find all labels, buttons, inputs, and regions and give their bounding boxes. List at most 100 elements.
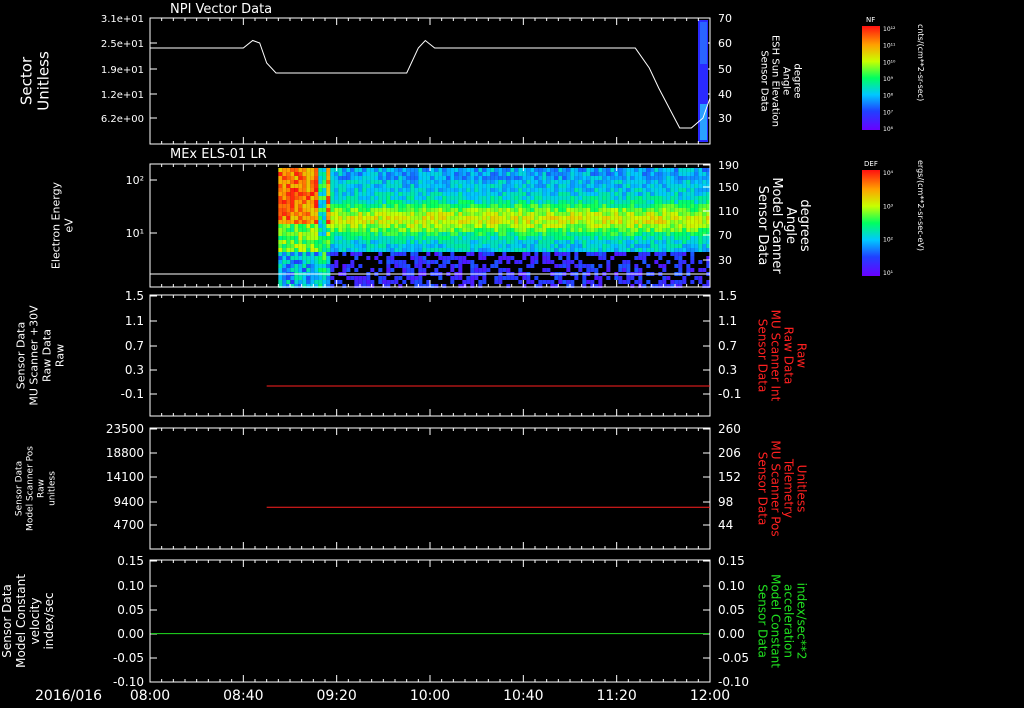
spectrogram-cell [622,260,627,264]
spectrogram-cell [374,256,379,260]
spectrogram-cell [290,176,295,180]
spectrogram-cell [370,172,375,176]
colorbar-def-bar [862,170,880,276]
spectrogram-cell [446,180,451,184]
spectrogram-cell [486,228,491,232]
spectrogram-cell [622,252,627,256]
spectrogram-cell [414,252,419,256]
spectrogram-cell [426,188,431,192]
spectrogram-cell [302,200,307,204]
spectrogram-cell [406,248,411,252]
spectrogram-cell [434,176,439,180]
spectrogram-cell [594,204,599,208]
spectrogram-cell [650,228,655,232]
spectrogram-cell [602,220,607,224]
y-right-tick-label: 0.15 [718,554,745,568]
spectrogram-cell [646,192,651,196]
spectrogram-cell [578,168,583,172]
spectrogram-cell [634,172,639,176]
spectrogram-cell [358,244,363,248]
spectrogram-cell [462,240,467,244]
spectrogram-cell [566,192,571,196]
spectrogram-cell [546,188,551,192]
spectrogram-cell [434,168,439,172]
spectrogram-cell [474,176,479,180]
spectrogram-cell [470,196,475,200]
spectrogram-cell [598,280,603,284]
spectrogram-cell [406,216,411,220]
spectrogram-cell [290,192,295,196]
spectrogram-cell [574,208,579,212]
spectrogram-cell [638,184,643,188]
spectrogram-cell [674,280,679,284]
spectrogram-cell [394,220,399,224]
spectrogram-cell [686,264,691,268]
spectrogram-cell [422,204,427,208]
spectrogram-cell [630,188,635,192]
spectrogram-cell [390,232,395,236]
spectrogram-cell [474,240,479,244]
spectrogram-cell [482,268,487,272]
y-right-tick-label: 50 [718,63,732,76]
panel-frame-1 [149,17,711,145]
spectrogram-cell [638,224,643,228]
spectrogram-cell [358,220,363,224]
spectrogram-cell [470,216,475,220]
spectrogram-cell [402,208,407,212]
spectrogram-cell [558,184,563,188]
spectrogram-cell [438,248,443,252]
spectrogram-cell [478,236,483,240]
spectrogram-cell [462,248,467,252]
spectrogram-cell [658,196,663,200]
spectrogram-cell [442,224,447,228]
spectrogram-cell [522,220,527,224]
x-tick-label: 08:40 [223,688,263,704]
spectrogram-cell [698,268,703,272]
spectrogram-cell [582,280,587,284]
spectrogram-cell [642,260,647,264]
spectrogram-cell [458,180,463,184]
spectrogram-cell [350,236,355,240]
spectrogram-cell [298,216,303,220]
spectrogram-cell [702,212,707,216]
spectrogram-cell [674,188,679,192]
spectrogram-cell [362,168,367,172]
spectrogram-cell [666,232,671,236]
spectrogram-cell [698,168,703,172]
spectrogram-cell [282,184,287,188]
panel-4-y-right-ticks: 2602061529844 [703,422,741,532]
spectrogram-cell [402,180,407,184]
spectrogram-cell [514,204,519,208]
spectrogram-cell [662,248,667,252]
spectrogram-cell [362,176,367,180]
spectrogram-cell [406,276,411,280]
y-right-label-line: Model Scanner [769,177,784,274]
spectrogram-cell [626,184,631,188]
spectrogram-cell [334,216,339,220]
spectrogram-cell [398,240,403,244]
spectrogram-cell [478,180,483,184]
spectrogram-cell [570,224,575,228]
spectrogram-cell [674,264,679,268]
spectrogram-cell [666,276,671,280]
spectrogram-cell [618,232,623,236]
spectrogram-cell [430,204,435,208]
spectrogram-cell [502,200,507,204]
spectrogram-cell [394,196,399,200]
spectrogram-cell [538,212,543,216]
spectrogram-cell [486,244,491,248]
spectrogram-cell [474,200,479,204]
y-left-label-line: Unitless [35,51,53,111]
spectrogram-cell [286,232,291,236]
spectrogram-cell [374,212,379,216]
spectrogram-cell [326,228,331,232]
spectrogram-cell [410,176,415,180]
spectrogram-cell [378,244,383,248]
spectrogram-cell [626,232,631,236]
spectrogram-cell [570,196,575,200]
spectrogram-cell [526,188,531,192]
spectrogram-cell [302,240,307,244]
spectrogram-cell [594,228,599,232]
spectrogram-cell [686,188,691,192]
spectrogram-cell [578,248,583,252]
